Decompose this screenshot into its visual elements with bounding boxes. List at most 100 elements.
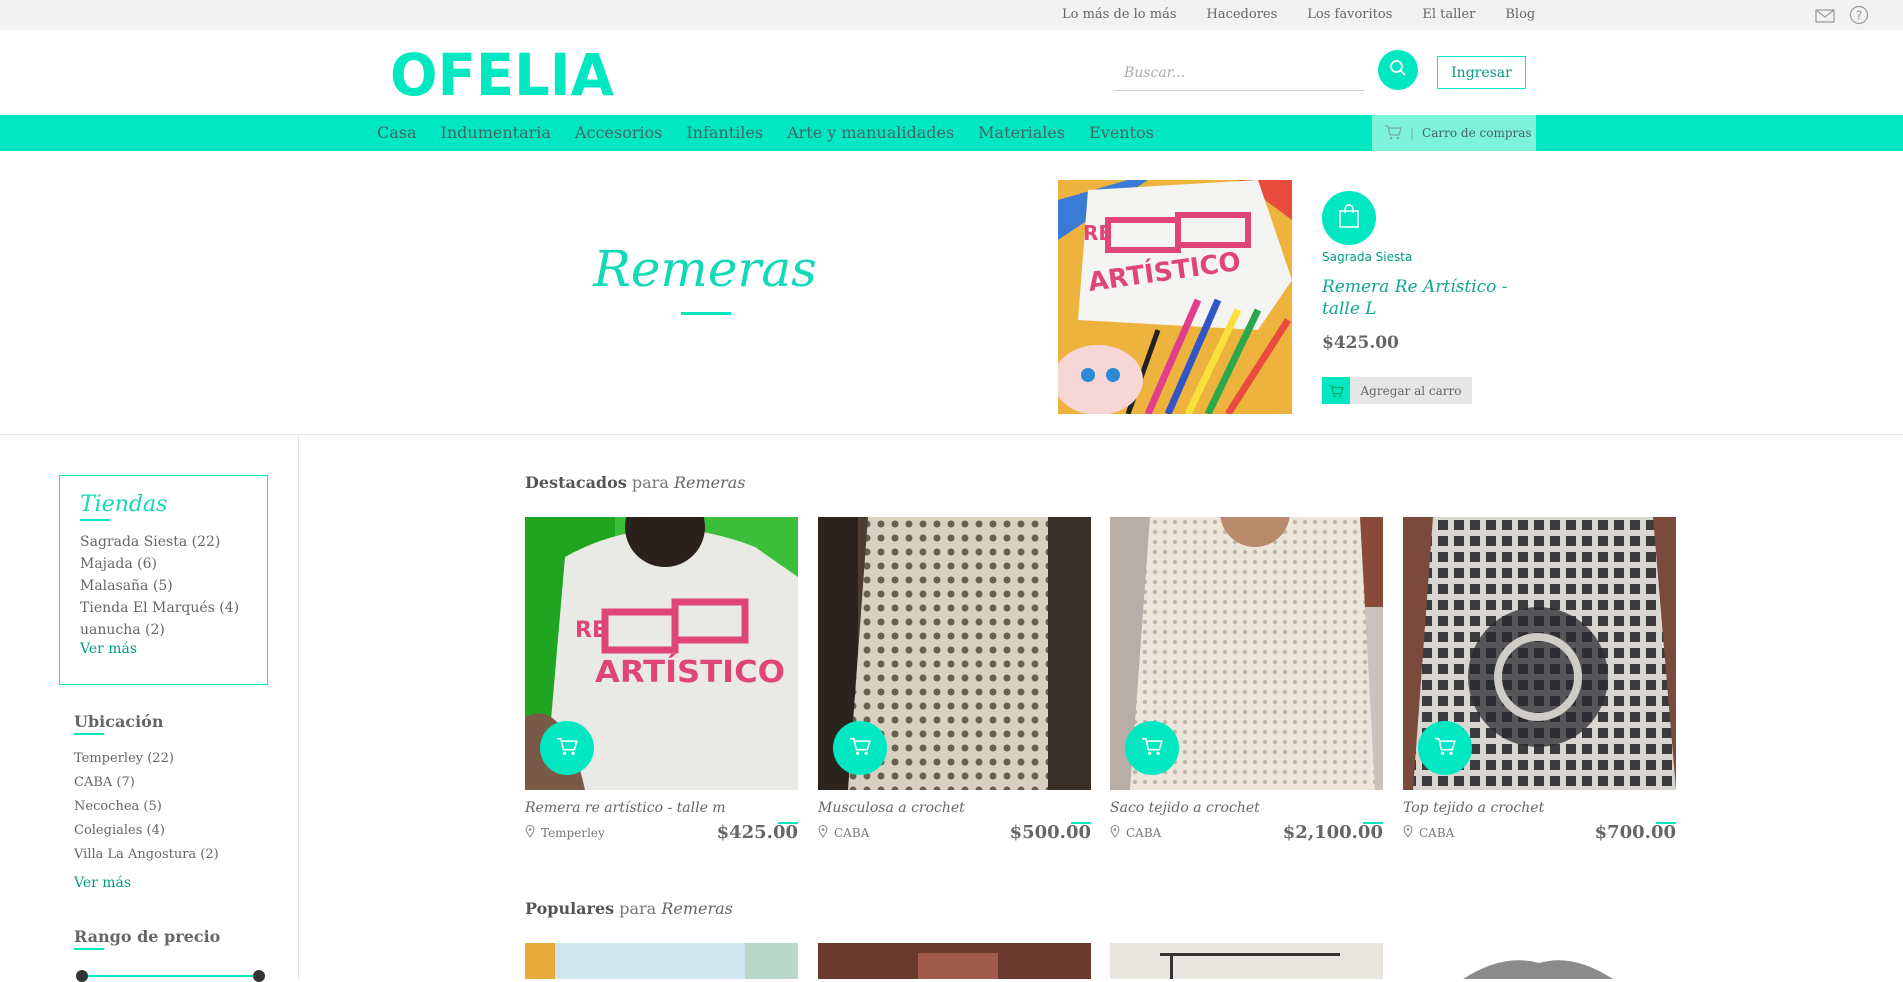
featured-shop-name[interactable]: Sagrada Siesta — [1322, 250, 1412, 264]
featured-section-title: Destacados para Remeras — [525, 473, 746, 492]
location-pin-icon — [1403, 824, 1413, 841]
category-eventos[interactable]: Eventos — [1089, 123, 1154, 142]
product-name[interactable]: Saco tejido a crochet — [1110, 800, 1383, 816]
hero-divider — [0, 434, 1903, 435]
popular-section-title: Populares para Remeras — [525, 899, 733, 918]
card-accent-mark — [778, 822, 798, 824]
store-filter-item[interactable]: Malasaña (5) — [80, 575, 267, 597]
locations-see-more-link[interactable]: Ver más — [74, 875, 219, 891]
category-casa[interactable]: Casa — [377, 123, 417, 142]
toplink-lo-mas[interactable]: Lo más de lo más — [1062, 7, 1177, 22]
popular-product-image[interactable] — [525, 943, 798, 979]
price-range-filter: Rango de precio — [74, 927, 220, 960]
location-pin-icon — [525, 824, 535, 841]
popular-product-image[interactable] — [1403, 943, 1676, 979]
toplink-favoritos[interactable]: Los favoritos — [1307, 7, 1392, 22]
mail-icon[interactable] — [1815, 8, 1835, 27]
section-title-bold: Populares — [525, 899, 615, 918]
toplink-hacedores[interactable]: Hacedores — [1207, 7, 1278, 22]
price-range-max-handle[interactable] — [253, 970, 265, 982]
featured-product-price: $425.00 — [1322, 333, 1399, 353]
featured-product-name[interactable]: Remera Re Artístico - talle L — [1322, 276, 1532, 320]
category-arte[interactable]: Arte y manualidades — [787, 123, 954, 142]
card-accent-mark — [1363, 822, 1383, 824]
category-infantiles[interactable]: Infantiles — [686, 123, 763, 142]
login-button[interactable]: Ingresar — [1437, 56, 1526, 89]
product-image[interactable] — [818, 517, 1091, 790]
cart-icon — [1322, 377, 1350, 404]
search-button[interactable] — [1378, 50, 1418, 90]
page-title: Remeras — [593, 240, 817, 298]
price-range-min-handle[interactable] — [76, 970, 88, 982]
quick-add-cart-button[interactable] — [1418, 721, 1472, 775]
product-name[interactable]: Top tejido a crochet — [1403, 800, 1676, 816]
add-to-cart-button[interactable]: Agregar al carro — [1322, 377, 1472, 404]
cart-separator: | — [1410, 126, 1415, 140]
sidebar-divider — [298, 435, 299, 979]
quick-add-cart-button[interactable] — [540, 721, 594, 775]
top-icons: ? — [1815, 5, 1869, 29]
product-name[interactable]: Musculosa a crochet — [818, 800, 1091, 816]
card-accent-mark — [1071, 822, 1091, 824]
store-filter-item[interactable]: uanucha (2) — [80, 619, 267, 641]
product-card[interactable]: RE ARTÍSTICO Remera re artístico - talle… — [525, 517, 798, 843]
store-filter-item[interactable]: Sagrada Siesta (22) — [80, 531, 267, 553]
stores-underline — [80, 519, 110, 521]
category-indumentaria[interactable]: Indumentaria — [441, 123, 551, 142]
product-image[interactable] — [1110, 517, 1383, 790]
svg-text:ARTÍSTICO: ARTÍSTICO — [595, 654, 785, 690]
category-materiales[interactable]: Materiales — [978, 123, 1065, 142]
store-filter-item[interactable]: Majada (6) — [80, 553, 267, 575]
svg-text:OFELIA: OFELIA — [390, 48, 614, 100]
price-range-underline — [74, 948, 104, 950]
product-image[interactable]: RE ARTÍSTICO — [525, 517, 798, 790]
price-range-track[interactable] — [78, 975, 260, 977]
product-card[interactable]: Top tejido a crochet CABA $700.00 — [1403, 517, 1676, 843]
toplink-el-taller[interactable]: El taller — [1422, 7, 1475, 22]
product-location: CABA — [818, 824, 870, 841]
product-location-text: CABA — [834, 825, 870, 840]
search-input[interactable] — [1114, 55, 1364, 91]
location-filter-item[interactable]: CABA (7) — [74, 771, 219, 795]
section-title-category: Remeras — [673, 473, 746, 492]
top-links: Lo más de lo más Hacedores Los favoritos… — [1062, 7, 1535, 22]
location-filter-item[interactable]: Villa La Angostura (2) — [74, 843, 219, 867]
quick-add-cart-button[interactable] — [1125, 721, 1179, 775]
product-location-text: CABA — [1126, 825, 1162, 840]
help-icon[interactable]: ? — [1849, 5, 1869, 29]
product-card[interactable]: Musculosa a crochet CABA $500.00 — [818, 517, 1091, 843]
product-location: CABA — [1403, 824, 1455, 841]
product-meta: CABA $700.00 — [1403, 822, 1676, 843]
product-image[interactable] — [1403, 517, 1676, 790]
title-underline — [681, 312, 731, 315]
quick-add-cart-button[interactable] — [833, 721, 887, 775]
location-title: Ubicación — [74, 712, 164, 731]
product-location-text: CABA — [1419, 825, 1455, 840]
toplink-blog[interactable]: Blog — [1505, 7, 1535, 22]
ofelia-logo[interactable]: OFELIA — [390, 41, 616, 109]
product-card[interactable]: Saco tejido a crochet CABA $2,100.00 — [1110, 517, 1383, 843]
shop-badge[interactable] — [1322, 191, 1376, 245]
location-filter-item[interactable]: Colegiales (4) — [74, 819, 219, 843]
location-filter-item[interactable]: Temperley (22) — [74, 747, 219, 771]
price-range-title: Rango de precio — [74, 927, 221, 946]
cart-icon — [1384, 124, 1402, 143]
popular-product-image[interactable] — [1110, 943, 1383, 979]
stores-see-more-link[interactable]: Ver más — [80, 641, 267, 657]
category-accesorios[interactable]: Accesorios — [575, 123, 662, 142]
product-location: Temperley — [525, 824, 605, 841]
cart-button[interactable]: | Carro de compras — [1372, 115, 1536, 151]
location-filter-item[interactable]: Necochea (5) — [74, 795, 219, 819]
product-price: $700.00 — [1594, 822, 1676, 843]
section-title-bold: Destacados — [525, 473, 627, 492]
store-filter-item[interactable]: Tienda El Marqués (4) — [80, 597, 267, 619]
featured-product-image[interactable]: RE ARTÍSTICO — [1058, 180, 1292, 414]
product-name[interactable]: Remera re artístico - talle m — [525, 800, 798, 816]
product-location: CABA — [1110, 824, 1162, 841]
location-underline — [74, 733, 104, 735]
popular-product-image[interactable] — [818, 943, 1091, 979]
cart-icon — [1434, 736, 1456, 760]
section-title-category: Remeras — [661, 899, 733, 918]
product-meta: CABA $500.00 — [818, 822, 1091, 843]
top-utility-bar: Lo más de lo más Hacedores Los favoritos… — [0, 0, 1903, 30]
